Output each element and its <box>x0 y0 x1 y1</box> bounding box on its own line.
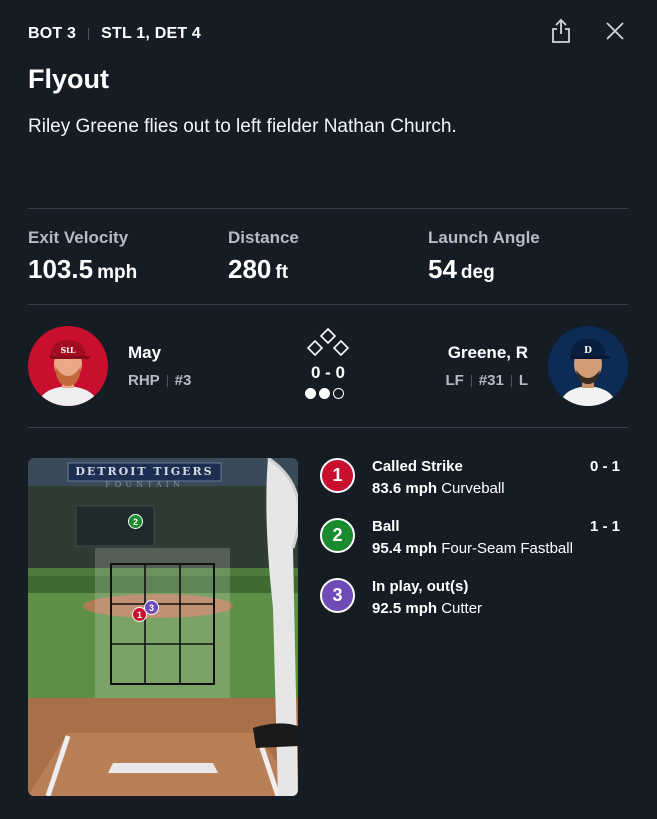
stadium-sign-sub: FOUNTAIN <box>105 480 184 489</box>
divider <box>510 374 512 387</box>
stat-label: Exit Velocity <box>28 228 129 247</box>
stat-value: 103.5 mph <box>28 254 228 285</box>
batter-position: LF <box>445 372 464 389</box>
score-label: STL 1, DET 4 <box>101 25 202 42</box>
pitch-list-item[interactable]: 2 Ball 1 - 1 95.4 mph Four-Seam Fastball <box>320 518 620 557</box>
pitch-type: Cutter <box>441 600 483 617</box>
pitch-result: In play, out(s) <box>372 578 469 595</box>
pitch-type: Four-Seam Fastball <box>441 540 573 557</box>
game-situation: BOT 3 STL 1, DET 4 <box>28 25 201 43</box>
out-dot <box>319 388 330 399</box>
divider <box>88 28 90 40</box>
pitcher-number: #3 <box>174 372 192 389</box>
bases-icon <box>306 327 350 357</box>
divider <box>470 374 472 387</box>
batter-meta: LF #31 L <box>445 372 528 389</box>
pitch-detail: 83.6 mph Curveball <box>372 480 620 497</box>
pitch-list-item[interactable]: 1 Called Strike 0 - 1 83.6 mph Curveball <box>320 458 620 497</box>
stat-distance: Distance 280 ft <box>228 228 428 285</box>
pitch-type: Curveball <box>441 480 505 497</box>
divider <box>28 208 628 209</box>
share-icon <box>552 18 570 43</box>
base-diamond <box>304 327 352 364</box>
pitch-count: 1 - 1 <box>589 518 620 535</box>
svg-text:StL: StL <box>60 345 75 355</box>
stat-launch-angle: Launch Angle 54 deg <box>428 228 628 285</box>
pitch-speed: 92.5 mph <box>372 600 438 617</box>
stat-label: Launch Angle <box>428 228 540 247</box>
stat-exit-velocity: Exit Velocity 103.5 mph <box>28 228 228 285</box>
stat-label: Distance <box>228 228 299 247</box>
divider <box>28 427 628 428</box>
pitch-result: Ball <box>372 518 400 535</box>
out-dot <box>305 388 316 399</box>
batter-number: #31 <box>478 372 504 389</box>
pitch-result: Called Strike <box>372 458 463 475</box>
close-button[interactable] <box>603 18 627 44</box>
stat-unit: mph <box>97 262 138 283</box>
pitch-info: In play, out(s) 92.5 mph Cutter <box>372 578 620 617</box>
batter-name[interactable]: Greene, R <box>448 343 528 363</box>
ballpark-background <box>28 458 298 796</box>
stat-unit: ft <box>275 262 289 283</box>
ball-strike-count: 0 - 0 <box>310 363 346 382</box>
pitch-number-badge: 3 <box>320 578 355 613</box>
pitch-header: Ball 1 - 1 <box>372 518 620 535</box>
pitcher-meta: RHP #3 <box>128 372 191 389</box>
batter-headshot-icon: D <box>548 326 628 406</box>
header-actions <box>549 18 627 44</box>
pitch-header: In play, out(s) <box>372 578 620 595</box>
pitch-info: Called Strike 0 - 1 83.6 mph Curveball <box>372 458 620 497</box>
pitcher-name[interactable]: May <box>128 343 161 363</box>
pitcher-headshot-icon: StL <box>28 326 108 406</box>
strike-zone-view[interactable]: DETROIT TIGERS FOUNTAIN 2 1 3 <box>28 458 298 796</box>
pitch-number-badge: 2 <box>320 518 355 553</box>
batter-bats: L <box>518 372 528 389</box>
stat-value: 54 deg <box>428 254 628 285</box>
close-icon <box>606 22 624 40</box>
inning-label: BOT 3 <box>28 25 77 42</box>
pitcher-position: RHP <box>128 372 160 389</box>
play-description: Riley Greene flies out to left fielder N… <box>28 116 457 137</box>
pitcher-avatar[interactable]: StL <box>28 326 108 406</box>
pitch-number-badge: 1 <box>320 458 355 493</box>
stat-number: 280 <box>228 254 272 284</box>
hit-stats: Exit Velocity 103.5 mph Distance 280 ft La… <box>28 228 628 285</box>
pitch-marker-2[interactable]: 2 <box>128 514 143 529</box>
pitch-list-item[interactable]: 3 In play, out(s) 92.5 mph Cutter <box>320 578 620 617</box>
stat-number: 103.5 <box>28 254 94 284</box>
pitch-speed: 95.4 mph <box>372 540 438 557</box>
pitch-detail: 92.5 mph Cutter <box>372 600 620 617</box>
outs-indicator <box>305 388 344 399</box>
pitch-speed: 83.6 mph <box>372 480 438 497</box>
pitch-info: Ball 1 - 1 95.4 mph Four-Seam Fastball <box>372 518 620 557</box>
play-title: Flyout <box>28 64 109 94</box>
stadium-sign: DETROIT TIGERS <box>75 465 214 478</box>
stat-value: 280 ft <box>228 254 428 285</box>
out-dot <box>333 388 344 399</box>
batter-avatar[interactable]: D <box>548 326 628 406</box>
stat-number: 54 <box>428 254 457 284</box>
share-button[interactable] <box>549 18 573 44</box>
svg-text:D: D <box>584 346 592 356</box>
pitch-detail: 95.4 mph Four-Seam Fastball <box>372 540 620 557</box>
pitch-header: Called Strike 0 - 1 <box>372 458 620 475</box>
divider <box>166 374 168 387</box>
pitch-count: 0 - 1 <box>589 458 620 475</box>
stat-unit: deg <box>460 262 495 283</box>
pitch-marker-3[interactable]: 3 <box>144 600 159 615</box>
divider <box>28 304 628 305</box>
